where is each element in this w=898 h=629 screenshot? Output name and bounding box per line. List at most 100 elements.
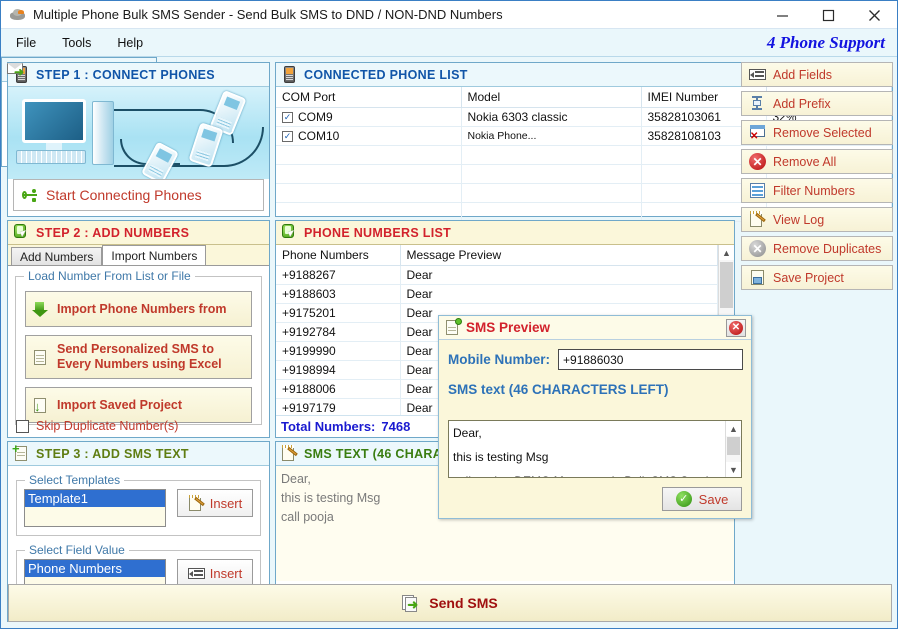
com-port-checkbox[interactable]: ✓ (282, 130, 293, 142)
window-title: Multiple Phone Bulk SMS Sender - Send Bu… (33, 7, 503, 22)
sms-preview-save-button[interactable]: ✓ Save (662, 487, 742, 511)
step2-tabs: Add Numbers Import Numbers (8, 245, 269, 265)
list-item[interactable]: +9188267 Dear (276, 265, 718, 285)
filter-numbers-button[interactable]: Filter Numbers (741, 178, 893, 203)
skip-duplicates-row[interactable]: Skip Duplicate Number(s) (16, 419, 178, 433)
list-item[interactable]: +9188603 Dear (276, 284, 718, 304)
send-sms-button[interactable]: ➜ Send SMS (8, 584, 892, 622)
app-logo-icon (9, 7, 27, 23)
phone-numbers-header-row: Phone Numbers Message Preview (276, 245, 718, 266)
connect-illustration (8, 87, 269, 179)
sms-preview-scrollbar[interactable]: ▲ ▼ (725, 421, 741, 477)
send-document-icon: ➜ (402, 594, 419, 612)
phone-number-value: +9198994 (276, 360, 401, 380)
envelope-icon: ➜ (7, 61, 24, 78)
minimize-icon[interactable] (759, 1, 805, 29)
title-bar: Multiple Phone Bulk SMS Sender - Send Bu… (1, 1, 897, 29)
field-value-selected-item[interactable]: Phone Numbers (25, 560, 165, 577)
step1-panel: STEP 1 : CONNECT PHONES Start Connecting… (7, 62, 270, 217)
com-port-checkbox[interactable]: ✓ (282, 111, 293, 123)
phone-number-value: +9188603 (276, 284, 401, 304)
save-project-button[interactable]: Save Project (741, 265, 893, 290)
select-templates-title: Select Templates (25, 473, 125, 487)
application-window: Multiple Phone Bulk SMS Sender - Send Bu… (0, 0, 898, 629)
check-icon: ✓ (675, 491, 692, 507)
import-phone-numbers-button[interactable]: Import Phone Numbers from (25, 291, 252, 327)
prefix-icon (749, 95, 766, 112)
connected-phone-list-title: CONNECTED PHONE LIST (304, 67, 468, 82)
add-prefix-button[interactable]: Add Prefix (741, 91, 893, 116)
close-icon[interactable] (851, 1, 897, 29)
phone-list-icon (281, 66, 298, 83)
menu-tools[interactable]: Tools (51, 33, 102, 53)
insert-template-button[interactable]: Insert (177, 489, 253, 517)
sms-preview-line-2: this is testing Msg (453, 450, 549, 464)
mobile-number-label: Mobile Number: (448, 352, 551, 367)
send-personalized-sms-button[interactable]: Send Personalized SMS to Every Numbers u… (25, 335, 252, 379)
sms-preview-close-button[interactable]: ✕ (726, 319, 746, 337)
menu-file[interactable]: File (5, 33, 47, 53)
add-fields-label: Add Fields (773, 67, 833, 82)
sms-preview-save-label: Save (698, 491, 729, 507)
view-log-label: View Log (773, 212, 825, 227)
select-field-value-title: Select Field Value (25, 543, 129, 557)
filter-icon (749, 182, 766, 199)
field-insert-icon (187, 565, 205, 582)
mobile-number-input[interactable]: +91886030 (558, 349, 743, 370)
start-connecting-phones-label: Start Connecting Phones (46, 187, 202, 203)
import-project-icon: ↓ (32, 397, 49, 414)
step3-header: + STEP 3 : ADD SMS TEXT (8, 442, 269, 466)
column-model: Model (461, 87, 642, 108)
templates-listbox[interactable]: Template1 (24, 489, 166, 527)
remove-all-icon: ✕ (749, 153, 766, 170)
brand-label: 4 Phone Support (766, 32, 885, 52)
save-project-icon (749, 269, 766, 286)
sms-preview-line-1: Dear, (453, 426, 482, 440)
view-log-icon (749, 211, 766, 228)
column-message-preview: Message Preview (400, 245, 718, 266)
step2-panel: STEP 2 : ADD NUMBERS Add Numbers Import … (7, 220, 270, 438)
remove-duplicates-label: Remove Duplicates (773, 241, 882, 256)
insert-field-button[interactable]: Insert (177, 559, 253, 587)
message-preview-value: Dear (400, 265, 718, 285)
send-personalized-sms-line1: Send Personalized SMS to (57, 342, 214, 356)
remove-duplicates-button[interactable]: ✕ Remove Duplicates (741, 236, 893, 261)
sms-preview-title-bar: SMS Preview ✕ (439, 316, 751, 340)
step1-title: STEP 1 : CONNECT PHONES (36, 67, 215, 82)
select-templates-group: Select Templates Template1 Insert (16, 473, 261, 536)
green-phone-cursor-icon (13, 224, 30, 241)
skip-duplicates-checkbox[interactable] (16, 419, 29, 433)
remove-all-button[interactable]: ✕ Remove All (741, 149, 893, 174)
green-phone-cursor-icon (281, 224, 298, 241)
import-saved-project-button[interactable]: ↓ Import Saved Project (25, 387, 252, 423)
column-com-port: COM Port (276, 87, 462, 108)
remove-selected-icon: ✕ (749, 124, 766, 142)
scrollbar-thumb[interactable] (720, 262, 733, 308)
pencil-notepad-icon (281, 445, 298, 462)
tab-add-numbers[interactable]: Add Numbers (11, 247, 103, 265)
load-number-group-title: Load Number From List or File (24, 269, 195, 283)
view-log-button[interactable]: View Log (741, 207, 893, 232)
scroll-up-icon[interactable]: ▲ (726, 421, 741, 436)
remove-duplicates-icon: ✕ (749, 240, 766, 257)
phone-number-value: +9188267 (276, 265, 401, 285)
menu-help[interactable]: Help (106, 33, 154, 53)
scroll-down-icon[interactable]: ▼ (726, 462, 741, 477)
remove-selected-button[interactable]: ✕ Remove Selected (741, 120, 893, 145)
save-project-label: Save Project (773, 270, 844, 285)
add-fields-button[interactable]: Add Fields (741, 62, 893, 87)
step2-tab-content: Load Number From List or File Import Pho… (8, 265, 269, 433)
add-sms-text-icon: + (12, 442, 30, 462)
scroll-up-icon[interactable]: ▲ (719, 245, 734, 260)
start-connecting-phones-button[interactable]: Start Connecting Phones (13, 179, 264, 211)
sms-preview-title: SMS Preview (466, 320, 551, 335)
tab-import-numbers[interactable]: Import Numbers (102, 245, 207, 265)
scrollbar-thumb[interactable] (727, 437, 740, 455)
usb-icon (22, 187, 39, 204)
maximize-icon[interactable] (805, 1, 851, 29)
template-selected-item[interactable]: Template1 (25, 490, 165, 507)
send-sms-button-label: Send SMS (429, 595, 498, 611)
sms-preview-textarea[interactable]: Dear, this is testing Msg call pooja - D… (448, 420, 742, 478)
phone-number-value: +9175201 (276, 303, 401, 323)
menu-bar: File Tools Help 4 Phone Support (1, 29, 897, 57)
